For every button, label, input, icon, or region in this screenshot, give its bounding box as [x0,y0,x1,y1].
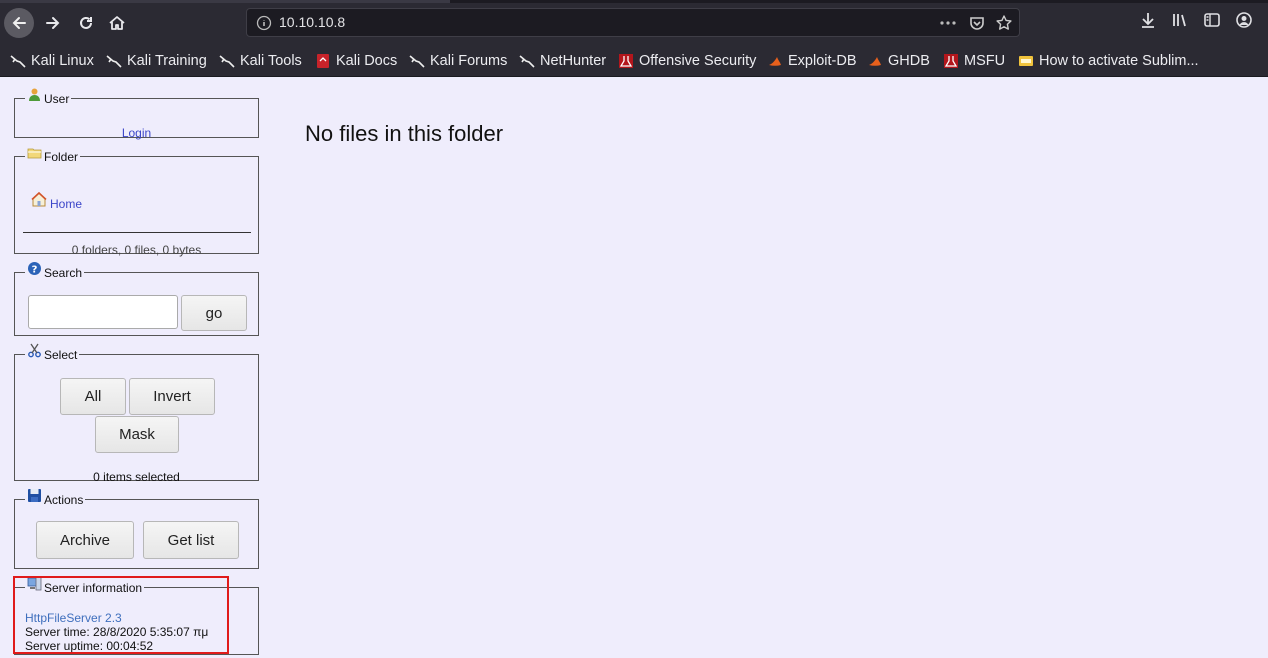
select-legend-text: Select [44,348,78,362]
folder-icon [27,145,42,160]
user-legend: User [25,88,71,106]
bookmark-label: Offensive Security [639,53,757,69]
archive-button[interactable]: Archive [36,521,134,559]
bookmark-label: Kali Forums [430,53,508,69]
bookmark-kali-docs[interactable]: Kali Docs [315,51,397,71]
scissors-icon [27,343,42,358]
arrow-right-icon [46,17,60,29]
bookmark-msfu[interactable]: MSFU [943,51,1005,71]
home-link-row[interactable]: Home [31,191,82,211]
bookmark-label: Kali Training [127,53,207,69]
tab-strip [0,0,1268,3]
select-panel: Select All Invert Mask 0 items selected [14,343,259,484]
user-panel: User Login [14,88,259,140]
selection-status: 0 items selected [93,470,180,484]
sidebar-toggle-icon[interactable] [1203,11,1221,29]
home-link[interactable]: Home [50,197,82,211]
folder-stats: 0 folders, 0 files, 0 bytes [71,243,202,257]
account-icon[interactable] [1235,11,1253,29]
actions-legend: Actions [25,489,85,507]
bookmark-label: Kali Linux [31,53,94,69]
folder-divider [23,232,251,233]
reload-button[interactable] [71,8,101,38]
login-link[interactable]: Login [122,126,151,140]
bookmark-label: Exploit-DB [788,53,857,69]
home-icon [109,16,125,30]
bookmark-exploit-db[interactable]: Exploit-DB [767,51,857,71]
back-button[interactable] [4,8,34,38]
arrow-left-icon [12,17,26,29]
svg-text:?: ? [32,265,38,276]
bookmark-label: GHDB [888,53,930,69]
url-bar[interactable]: 10.10.10.8 [246,8,1020,37]
downloads-icon[interactable] [1139,11,1157,29]
select-all-button[interactable]: All [60,378,126,415]
folder-panel: Folder Home 0 folders, 0 files, 0 bytes [14,148,259,257]
url-text[interactable]: 10.10.10.8 [279,14,345,30]
home-folder-icon [31,191,47,207]
kali-dragon-icon [519,53,535,69]
folder-legend-text: Folder [44,150,79,164]
bookmark-ghdb[interactable]: GHDB [867,51,930,71]
kali-dragon-icon [409,53,425,69]
exploitdb-icon [867,53,883,69]
bookmark-sublime[interactable]: How to activate Sublim... [1018,51,1199,71]
bookmark-offensive-security[interactable]: Offensive Security [618,51,756,71]
sublime-icon [1018,53,1034,69]
bookmark-kali-linux[interactable]: Kali Linux [10,51,94,71]
bookmark-label: NetHunter [540,53,607,69]
search-panel: ? Search go [14,262,259,336]
help-icon: ? [27,261,42,276]
pocket-icon[interactable] [968,14,986,32]
offsec-icon [943,53,959,69]
go-button[interactable]: go [181,295,247,331]
bookmark-label: Kali Tools [240,53,302,69]
kali-dragon-icon [219,53,235,69]
home-button[interactable] [102,8,132,38]
bookmarks-bar: Kali Linux Kali Training Kali Tools Kali… [0,45,1268,77]
get-list-button[interactable]: Get list [143,521,239,559]
kali-dragon-icon [106,53,122,69]
bookmark-label: Kali Docs [336,53,398,69]
empty-folder-message: No files in this folder [305,121,504,146]
exploitdb-icon [767,53,783,69]
folder-legend: Folder [25,148,80,164]
bookmark-nethunter[interactable]: NetHunter [519,51,606,71]
bookmark-kali-forums[interactable]: Kali Forums [409,51,507,71]
highlight-box [13,576,229,654]
actions-panel: Actions Archive Get list [14,489,259,569]
search-input[interactable] [28,295,178,329]
browser-toolbar: 10.10.10.8 [0,0,1268,45]
search-legend-text: Search [44,266,83,280]
offsec-icon [618,53,634,69]
library-icon[interactable] [1171,11,1189,29]
invert-selection-button[interactable]: Invert [129,378,215,415]
mask-button[interactable]: Mask [95,416,179,453]
actions-legend-text: Actions [44,493,84,507]
reload-icon [80,16,92,29]
save-disk-icon [27,488,42,503]
kali-dragon-icon [10,53,26,69]
more-actions-icon[interactable] [939,14,957,32]
bookmark-label: How to activate Sublim... [1039,53,1199,69]
bookmark-kali-tools[interactable]: Kali Tools [219,51,302,71]
select-legend: Select [25,343,79,362]
search-legend: ? Search [25,262,84,280]
info-icon[interactable] [256,15,272,31]
bookmark-star-icon[interactable] [995,14,1013,32]
bookmark-kali-training[interactable]: Kali Training [106,51,207,71]
kali-docs-icon [315,53,331,69]
user-legend-text: User [44,92,70,106]
bookmark-label: MSFU [964,53,1006,69]
user-icon [27,87,42,102]
forward-button[interactable] [38,8,68,38]
